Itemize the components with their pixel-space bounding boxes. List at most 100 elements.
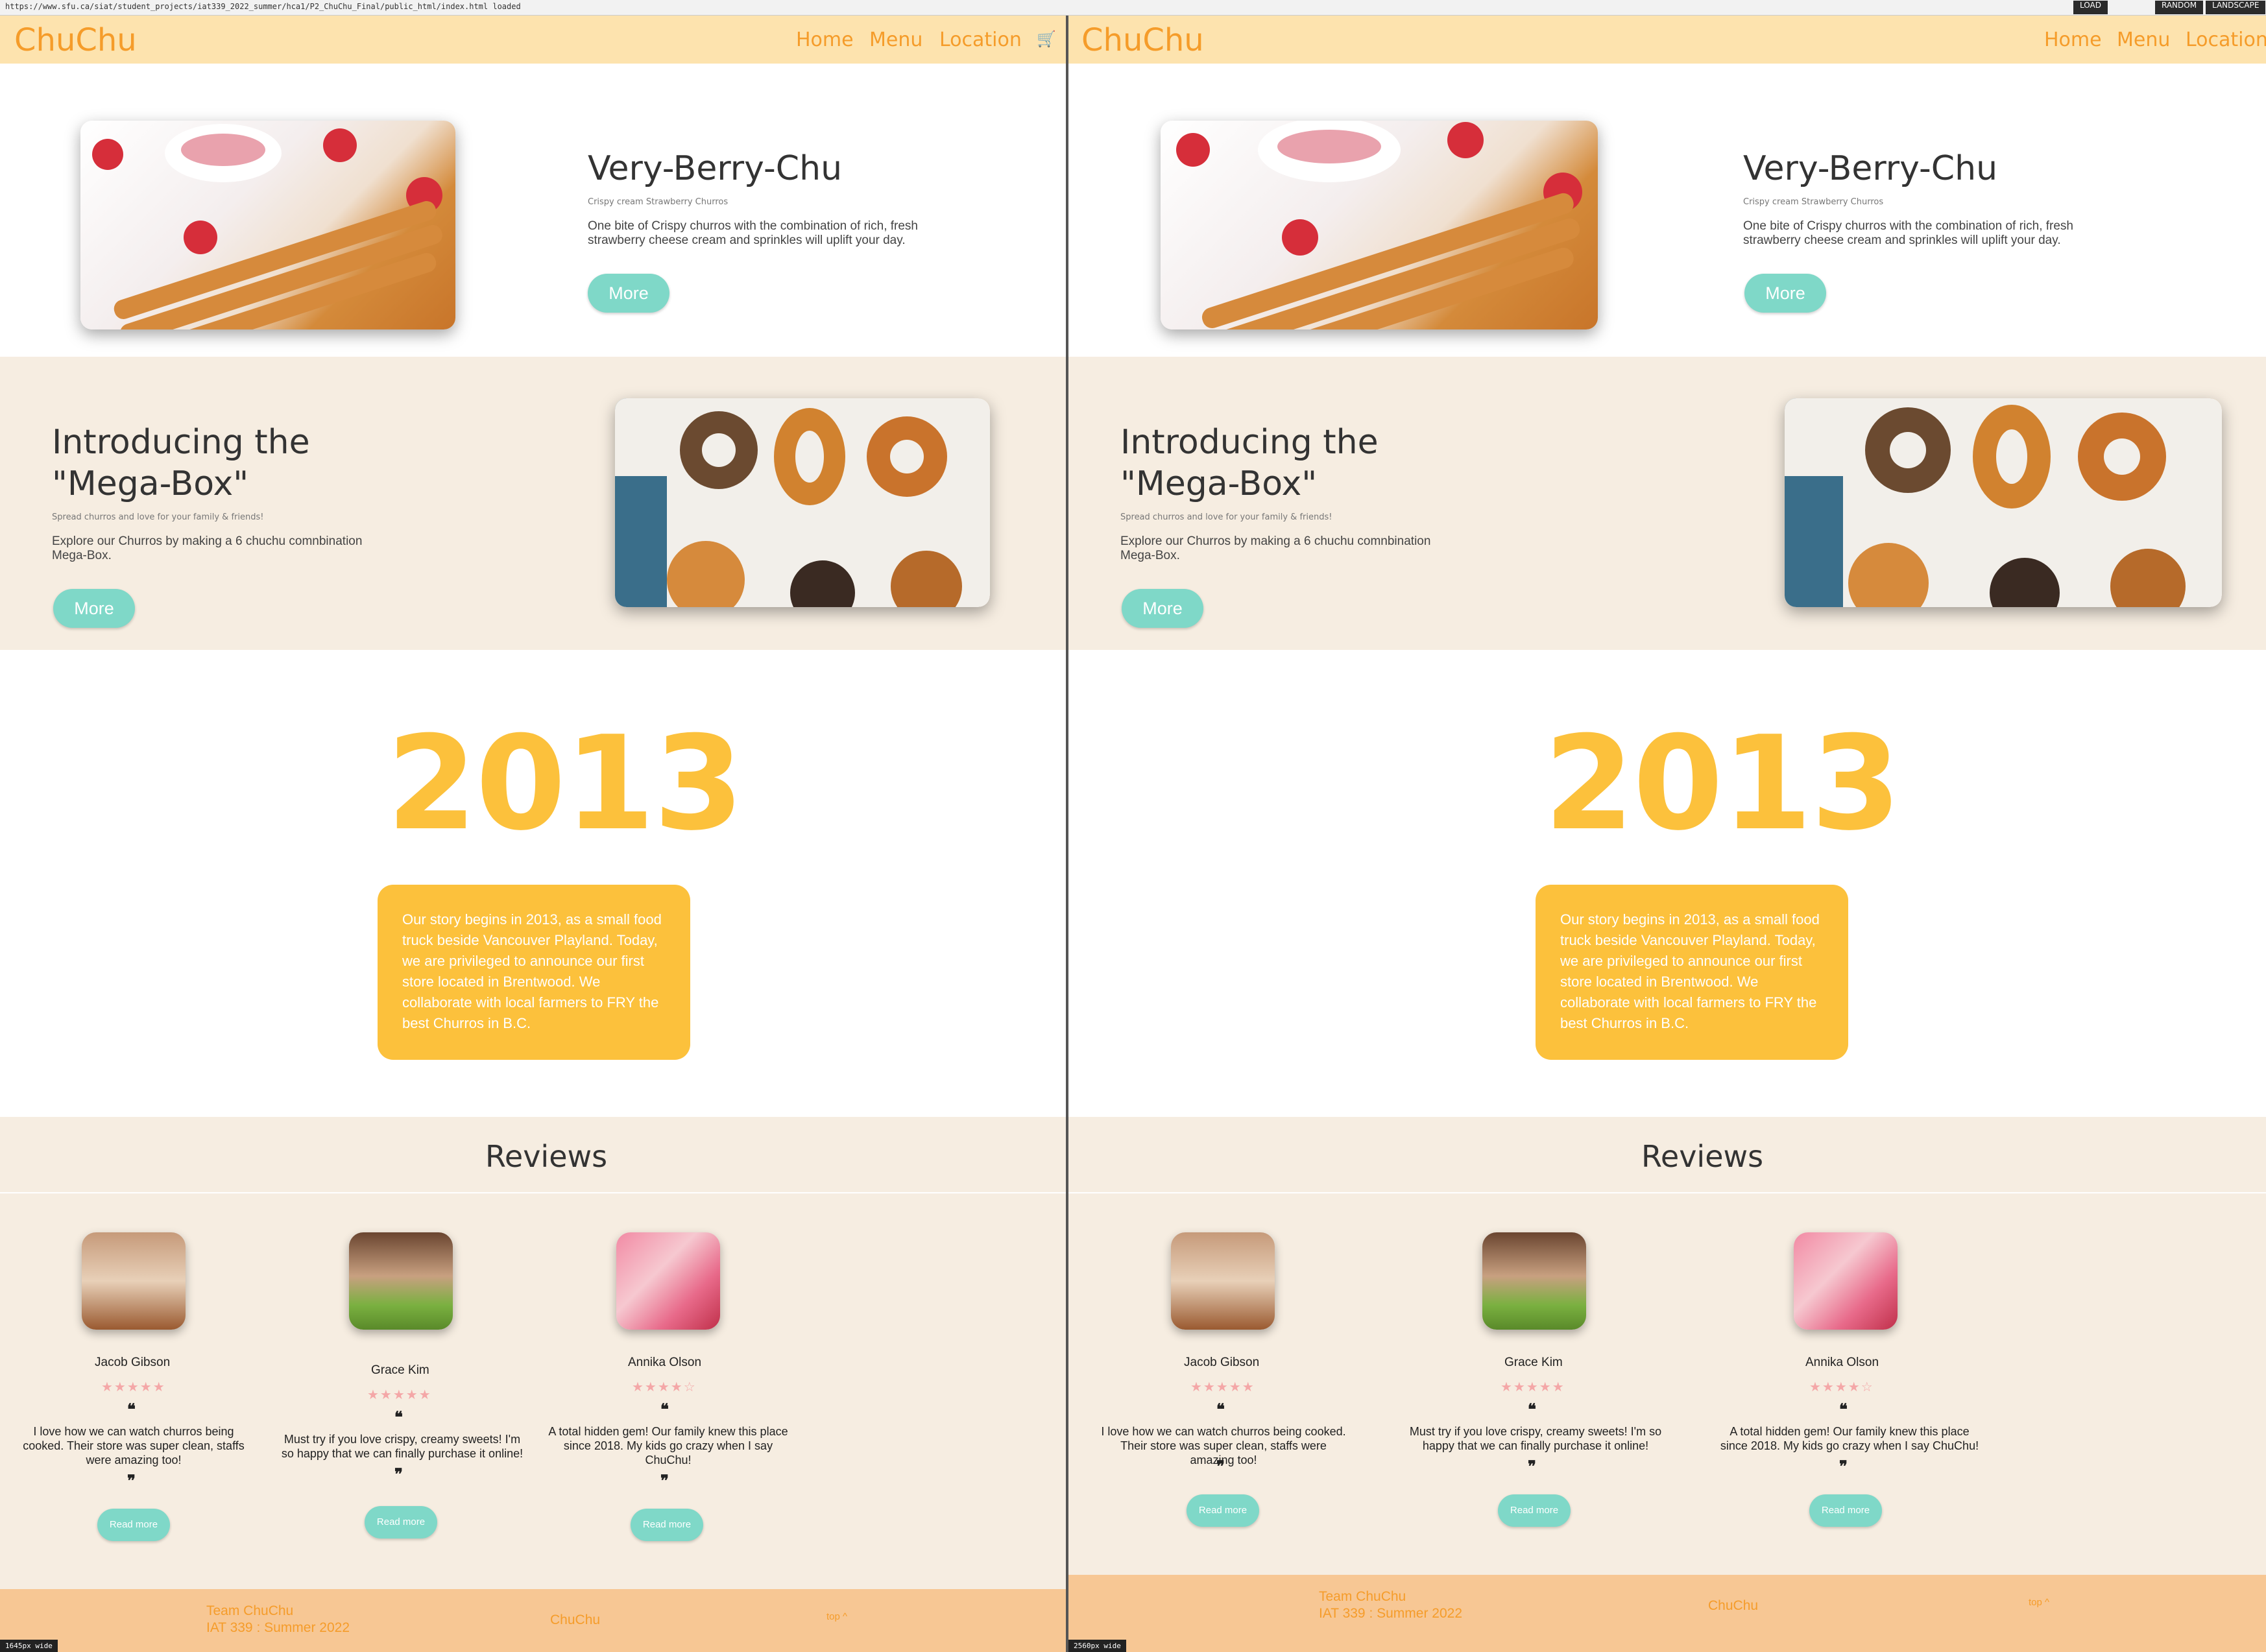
- review-text: I love how we can watch churros being co…: [23, 1425, 245, 1466]
- hero2-more-button[interactable]: More: [1122, 589, 1203, 628]
- reviewer-name: Jacob Gibson: [95, 1356, 171, 1369]
- close-quote-icon: ❞: [394, 1465, 403, 1483]
- landscape-button[interactable]: LANDSCAPE: [2206, 1, 2266, 14]
- open-quote-icon: ❝: [394, 1407, 403, 1426]
- hero-mega-box: Introducing the "Mega-Box" Spread churro…: [0, 357, 1066, 650]
- reviewer-name: Grace Kim: [371, 1363, 429, 1377]
- hero2-title-line2: "Mega-Box": [1120, 464, 1318, 503]
- close-quote-icon: ❞: [127, 1471, 136, 1490]
- rating-stars: ★★★★☆: [1809, 1379, 1874, 1395]
- read-more-button[interactable]: Read more: [97, 1509, 170, 1541]
- rating-stars: ★★★★★: [101, 1379, 166, 1395]
- mega-box-image: [615, 398, 990, 607]
- nav-location-link[interactable]: Location: [939, 29, 1022, 51]
- footer-team: Team ChuChu: [1319, 1589, 1406, 1604]
- open-quote-icon: ❝: [1216, 1400, 1225, 1419]
- site-navbar: ChuChu Home Menu Location 🛒: [0, 16, 1066, 64]
- close-quote-icon: ❞: [1528, 1457, 1536, 1476]
- hero1-title: Very-Berry-Chu: [588, 149, 843, 188]
- story-card: Our story begins in 2013, as a small foo…: [378, 885, 690, 1060]
- rating-stars: ★★★★★: [1501, 1379, 1565, 1395]
- site-footer: Team ChuChu IAT 339 : Summer 2022 ChuChu…: [1068, 1575, 2266, 1652]
- open-quote-icon: ❝: [660, 1400, 669, 1419]
- reviews-title: Reviews: [1641, 1139, 1764, 1174]
- hero1-more-button[interactable]: More: [1744, 274, 1826, 313]
- nav-menu-link[interactable]: Menu: [2117, 29, 2170, 51]
- story-text: Our story begins in 2013, as a small foo…: [402, 911, 662, 1031]
- review-text: Must try if you love crispy, creamy swee…: [281, 1433, 524, 1460]
- reviews-divider: [1068, 1192, 2266, 1193]
- reviewer-avatar: [1794, 1232, 1898, 1330]
- story-year: 2013: [387, 708, 744, 859]
- reviewer-name: Grace Kim: [1504, 1356, 1563, 1369]
- site-navbar: ChuChu Home Menu Location: [1068, 16, 2266, 64]
- hero1-description: One bite of Crispy churros with the comb…: [588, 219, 919, 247]
- open-quote-icon: ❝: [1528, 1400, 1536, 1419]
- reviewer-avatar: [1482, 1232, 1586, 1330]
- hero2-description: Explore our Churros by making a 6 chuchu…: [1120, 534, 1431, 562]
- strawberry-churros-image: [80, 121, 455, 329]
- read-more-button[interactable]: Read more: [1187, 1494, 1259, 1527]
- rating-stars: ★★★★☆: [632, 1379, 697, 1395]
- nav-menu-link[interactable]: Menu: [869, 29, 922, 51]
- strawberry-churros-image: [1161, 121, 1598, 329]
- reviewer-avatar: [82, 1232, 186, 1330]
- hero2-more-button[interactable]: More: [53, 589, 135, 628]
- close-quote-icon: ❞: [660, 1471, 669, 1490]
- footer-course: IAT 339 : Summer 2022: [1319, 1606, 1463, 1621]
- viewport-panel-2560: ChuChu Home Menu Location Very-Berry-Chu…: [1068, 16, 2266, 1652]
- site-logo[interactable]: ChuChu: [1081, 22, 1204, 58]
- read-more-button[interactable]: Read more: [1809, 1494, 1882, 1527]
- hero1-more-button[interactable]: More: [588, 274, 669, 313]
- rating-stars: ★★★★★: [1190, 1379, 1255, 1395]
- reviewer-avatar: [1171, 1232, 1275, 1330]
- story-year: 2013: [1544, 708, 1901, 859]
- hero2-title-line1: Introducing the: [1120, 423, 1379, 462]
- random-button[interactable]: RANDOM: [2155, 1, 2204, 14]
- hero2-subtitle: Spread churros and love for your family …: [1120, 512, 1332, 522]
- open-quote-icon: ❝: [1839, 1400, 1848, 1419]
- hero-very-berry-chu: Very-Berry-Chu Crispy cream Strawberry C…: [1068, 64, 2266, 357]
- back-to-top-link[interactable]: top ^: [826, 1611, 847, 1622]
- hero-mega-box: Introducing the "Mega-Box" Spread churro…: [1068, 357, 2266, 650]
- hero1-subtitle: Crispy cream Strawberry Churros: [588, 197, 729, 207]
- review-text: Must try if you love crispy, creamy swee…: [1409, 1425, 1662, 1452]
- hero2-title-line1: Introducing the: [52, 423, 310, 462]
- nav-home-link[interactable]: Home: [796, 29, 854, 51]
- mega-box-image: [1785, 398, 2222, 607]
- hero1-title: Very-Berry-Chu: [1743, 149, 1998, 188]
- footer-course: IAT 339 : Summer 2022: [206, 1620, 350, 1635]
- footer-brand[interactable]: ChuChu: [1708, 1598, 1758, 1614]
- story-section: 2013 Our story begins in 2013, as a smal…: [1068, 650, 2266, 1117]
- story-section: 2013 Our story begins in 2013, as a smal…: [0, 650, 1066, 1117]
- site-logo[interactable]: ChuChu: [14, 22, 137, 58]
- back-to-top-link[interactable]: top ^: [2029, 1597, 2049, 1608]
- reviewer-name: Jacob Gibson: [1184, 1356, 1260, 1369]
- cart-icon[interactable]: 🛒: [1037, 30, 1056, 48]
- browser-status-bar: https://www.sfu.ca/siat/student_projects…: [0, 0, 2266, 16]
- reviews-divider: [0, 1192, 1066, 1193]
- site-footer: Team ChuChu IAT 339 : Summer 2022 ChuChu…: [0, 1589, 1066, 1652]
- read-more-button[interactable]: Read more: [1498, 1494, 1571, 1527]
- reviewer-avatar: [349, 1232, 453, 1330]
- story-text: Our story begins in 2013, as a small foo…: [1560, 911, 1820, 1031]
- review-text: A total hidden gem! Our family knew this…: [548, 1425, 788, 1466]
- load-button[interactable]: LOAD: [2073, 1, 2108, 14]
- footer-team: Team ChuChu: [206, 1603, 294, 1618]
- nav-location-link[interactable]: Location: [2186, 29, 2266, 51]
- reviewer-avatar: [616, 1232, 720, 1330]
- nav-home-link[interactable]: Home: [2044, 29, 2102, 51]
- review-text: A total hidden gem! Our family knew this…: [1720, 1425, 1979, 1452]
- open-quote-icon: ❝: [127, 1400, 136, 1419]
- hero2-title-line2: "Mega-Box": [52, 464, 249, 503]
- reviews-section: Reviews Jacob Gibson ★★★★★ ❝ I love how …: [0, 1117, 1066, 1610]
- hero2-subtitle: Spread churros and love for your family …: [52, 512, 264, 522]
- close-quote-icon: ❞: [1216, 1457, 1225, 1476]
- reviews-title: Reviews: [485, 1139, 608, 1174]
- read-more-button[interactable]: Read more: [365, 1506, 437, 1538]
- read-more-button[interactable]: Read more: [631, 1509, 703, 1541]
- reviewer-name: Annika Olson: [628, 1356, 702, 1369]
- hero-very-berry-chu: Very-Berry-Chu Crispy cream Strawberry C…: [0, 64, 1066, 357]
- hero2-description: Explore our Churros by making a 6 chuchu…: [52, 534, 363, 562]
- footer-brand[interactable]: ChuChu: [550, 1612, 600, 1628]
